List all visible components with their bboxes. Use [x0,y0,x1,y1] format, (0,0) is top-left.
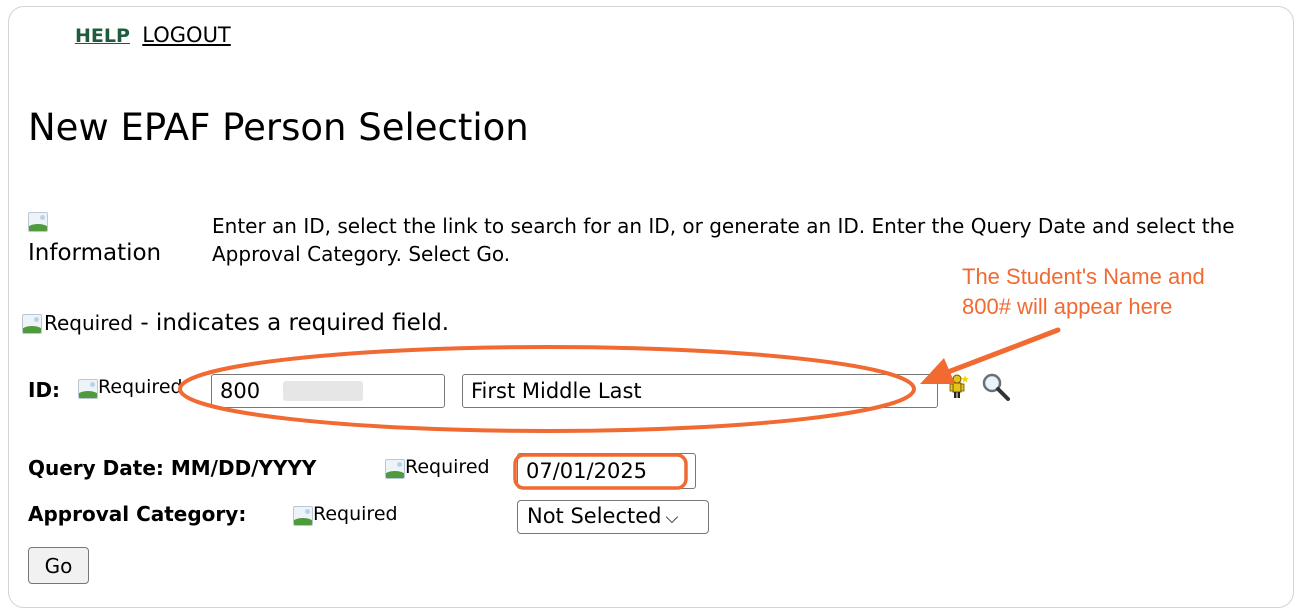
annotation-ellipse-id-name [178,345,916,433]
annotation-arrow-shaft [945,327,1061,375]
annotation-date-highlight [513,453,688,490]
annotation-overlay [178,327,1061,490]
